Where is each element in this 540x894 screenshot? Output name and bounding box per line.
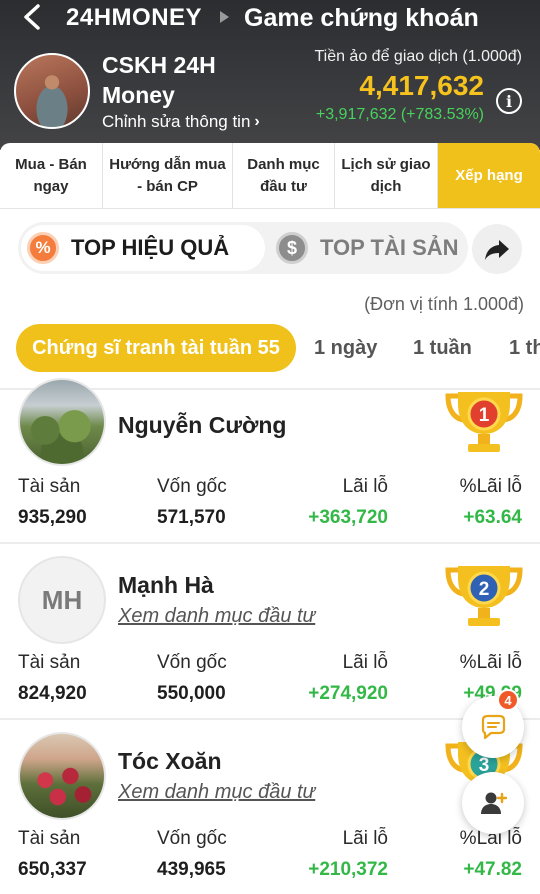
profit-pct-value: +47.82 xyxy=(463,859,522,880)
capital-label: Vốn gốc xyxy=(157,476,227,497)
trader-name: Mạnh Hà xyxy=(118,572,214,598)
ranking-row[interactable]: Nguyễn Cường 1 Tài sản Vốn gốc Lãi lỗ %L… xyxy=(0,378,540,542)
view-portfolio-link[interactable]: Xem danh mục đầu tư xyxy=(118,605,315,628)
profit-label: Lãi lỗ xyxy=(342,828,388,849)
chevron-right-icon: › xyxy=(254,113,260,130)
ranking-row[interactable]: Tóc Xoăn Xem danh mục đầu tư 3 Tài sản V… xyxy=(0,720,540,894)
profit-value: +210,372 xyxy=(308,859,388,880)
view-portfolio-link[interactable]: Xem danh mục đầu tư xyxy=(118,781,315,804)
capital-value: 550,000 xyxy=(157,683,226,704)
filter-week-55[interactable]: Chứng sĩ tranh tài tuần 55 xyxy=(16,324,296,372)
capital-label: Vốn gốc xyxy=(157,828,227,849)
back-arrow-icon xyxy=(24,4,40,30)
tab-trade-history[interactable]: Lịch sử giao dịch xyxy=(335,143,438,208)
top-assets-label: TOP TÀI SẢN xyxy=(320,235,459,260)
silver-trophy-icon: 2 xyxy=(444,564,524,636)
chat-bubble-icon xyxy=(481,714,506,740)
trader-name: Tóc Xoăn xyxy=(118,748,222,774)
add-user-icon xyxy=(481,792,508,814)
avatar xyxy=(18,378,106,466)
top-bar: 24HMONEY Game chứng khoán xyxy=(0,0,540,36)
svg-text:1: 1 xyxy=(479,405,490,426)
assets-label: Tài sản xyxy=(18,476,81,497)
edit-profile-label: Chỉnh sửa thông tin xyxy=(102,112,251,131)
tab-ranking[interactable]: Xếp hạng xyxy=(438,143,540,208)
ranking-row[interactable]: MH Mạnh Hà Xem danh mục đầu tư 2 Tài sản… xyxy=(0,544,540,718)
user-name: CSKH 24H Money xyxy=(102,52,216,108)
filter-1-week[interactable]: 1 tuần xyxy=(413,324,472,372)
filter-1-day[interactable]: 1 ngày xyxy=(314,324,377,372)
period-filters: Chứng sĩ tranh tài tuần 55 1 ngày 1 tuần… xyxy=(16,324,540,372)
tab-buy-sell-guide[interactable]: Hướng dẫn mua - bán CP xyxy=(103,143,233,208)
virtual-cash-label: Tiền ảo để giao dịch (1.000đ) xyxy=(314,48,522,65)
share-arrow-icon xyxy=(485,240,509,260)
profit-value: +363,720 xyxy=(308,507,388,528)
user-avatar[interactable] xyxy=(14,53,90,129)
app-header: 24HMONEY Game chứng khoán CSKH 24H Money… xyxy=(0,0,540,150)
avatar-initials: MH xyxy=(18,556,106,644)
profit-pct-value: +63.64 xyxy=(463,507,522,528)
info-icon[interactable]: i xyxy=(496,88,522,114)
top-performance-label: TOP HIỆU QUẢ xyxy=(71,235,230,260)
main-tabs: Mua - Bán ngay Hướng dẫn mua - bán CP Da… xyxy=(0,143,540,209)
assets-value: 824,920 xyxy=(18,683,87,704)
edit-profile-link[interactable]: Chỉnh sửa thông tin › xyxy=(102,112,260,132)
virtual-cash-change: +3,917,632 (+783.53%) xyxy=(315,106,484,123)
add-friend-button[interactable] xyxy=(462,772,524,834)
unit-note: (Đơn vị tính 1.000đ) xyxy=(364,294,524,314)
profit-pct-label: %Lãi lỗ xyxy=(459,476,522,497)
virtual-cash-value: 4,417,632 xyxy=(359,70,484,101)
profit-pct-label: %Lãi lỗ xyxy=(459,652,522,673)
top-performance-option[interactable]: % TOP HIỆU QUẢ xyxy=(21,225,265,271)
assets-label: Tài sản xyxy=(18,828,81,849)
tab-portfolio[interactable]: Danh mục đầu tư xyxy=(233,143,335,208)
breadcrumb-separator-icon xyxy=(220,11,229,23)
brand-logo: 24HMONEY xyxy=(66,4,203,31)
assets-value: 650,337 xyxy=(18,859,87,880)
tab-buy-sell-now[interactable]: Mua - Bán ngay xyxy=(0,143,103,208)
top-assets-option[interactable]: $ TOP TÀI SẢN xyxy=(276,225,466,271)
profit-label: Lãi lỗ xyxy=(342,652,388,673)
dollar-icon: $ xyxy=(276,232,308,264)
share-button[interactable] xyxy=(472,224,522,274)
trader-name: Nguyễn Cường xyxy=(118,412,287,438)
gold-trophy-icon: 1 xyxy=(444,390,524,462)
svg-text:2: 2 xyxy=(479,579,490,600)
capital-value: 439,965 xyxy=(157,859,226,880)
page-title: Game chứng khoán xyxy=(244,4,479,32)
ranking-type-toggle: % TOP HIỆU QUẢ $ TOP TÀI SẢN xyxy=(18,222,468,274)
assets-value: 935,290 xyxy=(18,507,87,528)
avatar xyxy=(18,732,106,820)
profit-value: +274,920 xyxy=(308,683,388,704)
filter-1-month[interactable]: 1 th xyxy=(509,324,540,372)
capital-label: Vốn gốc xyxy=(157,652,227,673)
chat-notification-badge: 4 xyxy=(497,689,519,711)
percent-icon: % xyxy=(27,232,59,264)
capital-value: 571,570 xyxy=(157,507,226,528)
assets-label: Tài sản xyxy=(18,652,81,673)
profit-label: Lãi lỗ xyxy=(342,476,388,497)
back-button[interactable] xyxy=(20,3,46,31)
